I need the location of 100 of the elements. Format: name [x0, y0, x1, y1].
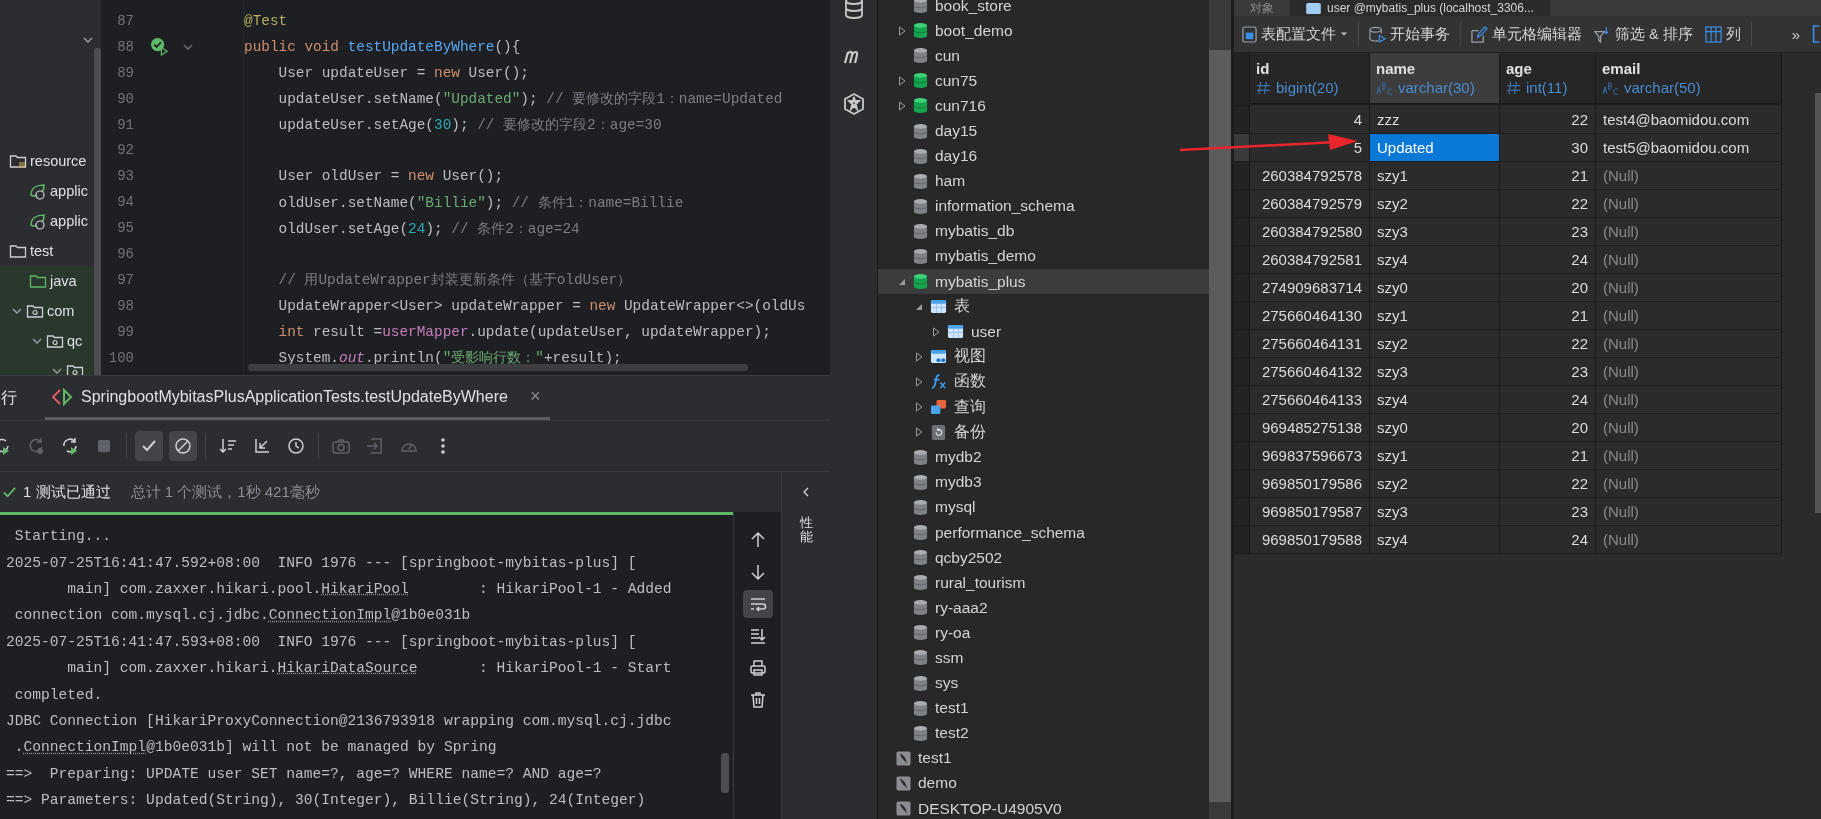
- table-cell[interactable]: (Null): [1596, 498, 1782, 526]
- table-cell[interactable]: 969850179586: [1250, 470, 1370, 498]
- test-passed-run-icon[interactable]: [150, 37, 169, 57]
- scrollbar[interactable]: [721, 753, 729, 793]
- column-header[interactable]: email varchar(50): [1596, 53, 1782, 105]
- table-cell[interactable]: 20: [1500, 274, 1596, 302]
- tree-item[interactable]: cun75: [878, 68, 1209, 94]
- toolbar-button[interactable]: 单元格编辑器: [1467, 22, 1586, 46]
- tree-item[interactable]: demo: [878, 770, 1209, 796]
- table-cell[interactable]: 275660464132: [1250, 358, 1370, 386]
- table-cell[interactable]: 260384792579: [1250, 190, 1370, 218]
- tree-item[interactable]: ry-aaa2: [878, 595, 1209, 621]
- bracket-icon[interactable]: [1812, 22, 1821, 46]
- console-link[interactable]: HikariPool: [321, 580, 409, 597]
- collapsed-arrow-icon[interactable]: [897, 25, 907, 36]
- table-cell[interactable]: test5@baomidou.com: [1596, 134, 1782, 162]
- show-passed-button[interactable]: [135, 431, 163, 461]
- column-header[interactable]: id bigint(20): [1250, 53, 1370, 105]
- table-cell[interactable]: szy4: [1370, 526, 1500, 554]
- collapsed-arrow-icon[interactable]: [897, 100, 907, 111]
- table-cell[interactable]: (Null): [1596, 470, 1782, 498]
- tree-item[interactable]: 查询: [878, 394, 1209, 420]
- table-cell[interactable]: (Null): [1596, 526, 1782, 554]
- table-cell[interactable]: (Null): [1596, 414, 1782, 442]
- tree-item[interactable]: applic: [50, 213, 88, 229]
- table-cell[interactable]: 21: [1500, 162, 1596, 190]
- toolbar-button[interactable]: 表配置文件: [1238, 22, 1352, 46]
- table-cell[interactable]: 22: [1500, 330, 1596, 358]
- table-cell[interactable]: 969837596673: [1250, 442, 1370, 470]
- tree-item[interactable]: com: [47, 303, 75, 319]
- table-cell[interactable]: 30: [1500, 134, 1596, 162]
- tree-item[interactable]: mydb2: [878, 444, 1209, 470]
- tree-item[interactable]: 函数: [878, 369, 1209, 395]
- table-cell[interactable]: (Null): [1596, 358, 1782, 386]
- table-cell[interactable]: 969850179587: [1250, 498, 1370, 526]
- collapsed-arrow-icon[interactable]: [914, 402, 924, 413]
- table-cell[interactable]: (Null): [1596, 218, 1782, 246]
- tree-item[interactable]: rural_tourism: [878, 570, 1209, 596]
- scrollbar[interactable]: [248, 364, 748, 371]
- tree-item[interactable]: 备份: [878, 419, 1209, 445]
- table-cell[interactable]: test4@baomidou.com: [1596, 106, 1782, 134]
- collapsed-arrow-icon[interactable]: [914, 376, 924, 387]
- table-cell[interactable]: szy1: [1370, 302, 1500, 330]
- wrap-button[interactable]: [742, 590, 773, 618]
- table-cell[interactable]: szy0: [1370, 414, 1500, 442]
- toolbar-button[interactable]: 列: [1700, 22, 1745, 46]
- table-cell[interactable]: 20: [1500, 414, 1596, 442]
- table-cell[interactable]: (Null): [1596, 274, 1782, 302]
- table-cell[interactable]: szy2: [1370, 470, 1500, 498]
- table-cell[interactable]: 260384792580: [1250, 218, 1370, 246]
- table-cell[interactable]: szy0: [1370, 274, 1500, 302]
- table-cell[interactable]: 22: [1500, 190, 1596, 218]
- tree-item[interactable]: day15: [878, 118, 1209, 144]
- table-cell[interactable]: 21: [1500, 442, 1596, 470]
- table-cell[interactable]: 969850179588: [1250, 526, 1370, 554]
- tree-item[interactable]: book_store: [878, 0, 1209, 19]
- toolbar-button[interactable]: 筛选 & 排序: [1590, 22, 1697, 46]
- console-link[interactable]: ConnectionImpl: [23, 739, 147, 756]
- table-cell[interactable]: 275660464131: [1250, 330, 1370, 358]
- table-cell[interactable]: szy4: [1370, 246, 1500, 274]
- table-cell[interactable]: szy3: [1370, 498, 1500, 526]
- scrollbar[interactable]: [1209, 50, 1231, 802]
- table-cell[interactable]: 23: [1500, 358, 1596, 386]
- table-cell[interactable]: 22: [1500, 470, 1596, 498]
- column-header[interactable]: name varchar(30): [1370, 53, 1500, 105]
- tree-item[interactable]: user: [878, 319, 1209, 345]
- table-cell[interactable]: szy4: [1370, 386, 1500, 414]
- collapsed-arrow-icon[interactable]: [914, 351, 924, 362]
- side-tab[interactable]: 性能: [799, 516, 813, 545]
- table-cell[interactable]: 23: [1500, 218, 1596, 246]
- table-cell[interactable]: Updated: [1370, 134, 1500, 162]
- table-cell[interactable]: (Null): [1596, 302, 1782, 330]
- tree-item[interactable]: qcby2502: [878, 545, 1209, 571]
- tree-item[interactable]: ry-oa: [878, 620, 1209, 646]
- table-cell[interactable]: szy3: [1370, 218, 1500, 246]
- scrollbar[interactable]: [94, 48, 101, 375]
- tree-item[interactable]: mybatis_db: [878, 218, 1209, 244]
- tree-item[interactable]: mysql: [878, 494, 1209, 520]
- tree-item[interactable]: sys: [878, 670, 1209, 696]
- table-cell[interactable]: 24: [1500, 246, 1596, 274]
- table-cell[interactable]: szy1: [1370, 442, 1500, 470]
- table-cell[interactable]: 969485275138: [1250, 414, 1370, 442]
- table-cell[interactable]: 260384792578: [1250, 162, 1370, 190]
- tree-item[interactable]: information_schema: [878, 193, 1209, 219]
- table-cell[interactable]: 275660464130: [1250, 302, 1370, 330]
- table-cell[interactable]: 24: [1500, 386, 1596, 414]
- tree-item[interactable]: cun: [878, 43, 1209, 69]
- console-link[interactable]: HikariDataSource: [277, 660, 418, 677]
- collapsed-arrow-icon[interactable]: [897, 75, 907, 86]
- column-header[interactable]: age int(11): [1500, 53, 1596, 105]
- tree-item[interactable]: mydb3: [878, 469, 1209, 495]
- table-cell[interactable]: 275660464133: [1250, 386, 1370, 414]
- toolbar-button[interactable]: 开始事务: [1365, 22, 1454, 46]
- scrollbar[interactable]: [1815, 93, 1821, 513]
- console-link[interactable]: ConnectionImpl: [268, 607, 392, 624]
- tree-item[interactable]: cun716: [878, 93, 1209, 119]
- tree-item[interactable]: qc: [67, 333, 83, 349]
- tree-item[interactable]: mybatis_plus: [878, 269, 1209, 295]
- tree-item[interactable]: boot_demo: [878, 18, 1209, 44]
- tree-item[interactable]: resource: [30, 153, 87, 169]
